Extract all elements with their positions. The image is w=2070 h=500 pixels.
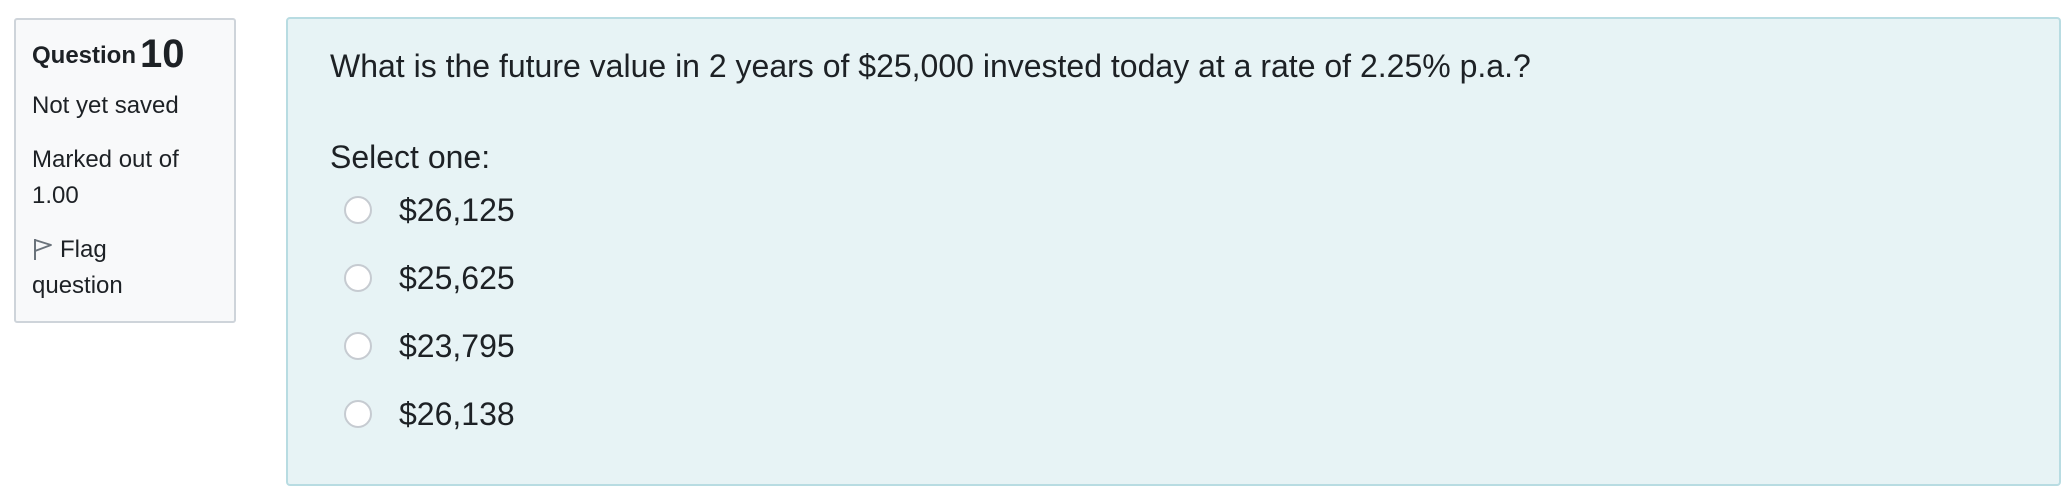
question-label: Question bbox=[32, 42, 137, 69]
answer-list: $26,125 $25,625 $23,795 $26,138 bbox=[344, 189, 515, 461]
answer-option-2[interactable]: $25,625 bbox=[344, 257, 515, 325]
flag-icon bbox=[32, 236, 54, 260]
answer-label[interactable]: $23,795 bbox=[399, 325, 515, 367]
answer-prompt: Select one: bbox=[330, 139, 491, 175]
answer-option-3[interactable]: $23,795 bbox=[344, 325, 515, 393]
question-content-panel: What is the future value in 2 years of $… bbox=[286, 17, 2061, 486]
radio-button[interactable] bbox=[344, 196, 372, 224]
answer-label[interactable]: $26,138 bbox=[399, 393, 515, 435]
flag-label: Flag bbox=[60, 236, 107, 263]
grade-value: 1.00 bbox=[32, 182, 79, 209]
question-number: 10 bbox=[140, 32, 185, 76]
question-text: What is the future value in 2 years of $… bbox=[330, 48, 1531, 84]
radio-button[interactable] bbox=[344, 332, 372, 360]
radio-button[interactable] bbox=[344, 264, 372, 292]
flag-question-link[interactable]: Flag question bbox=[32, 232, 218, 304]
answer-label[interactable]: $26,125 bbox=[399, 189, 515, 231]
grade-label: Marked out of bbox=[32, 146, 179, 173]
question-state: Not yet saved bbox=[32, 92, 179, 119]
question-grade: Marked out of 1.00 bbox=[32, 142, 218, 214]
radio-button[interactable] bbox=[344, 400, 372, 428]
answer-label[interactable]: $25,625 bbox=[399, 257, 515, 299]
answer-option-1[interactable]: $26,125 bbox=[344, 189, 515, 257]
flag-label-line2: question bbox=[32, 272, 123, 299]
question-info-panel: Question 10 Not yet saved Marked out of 1… bbox=[14, 18, 236, 323]
question-heading: Question 10 bbox=[32, 34, 218, 74]
answer-option-4[interactable]: $26,138 bbox=[344, 393, 515, 461]
